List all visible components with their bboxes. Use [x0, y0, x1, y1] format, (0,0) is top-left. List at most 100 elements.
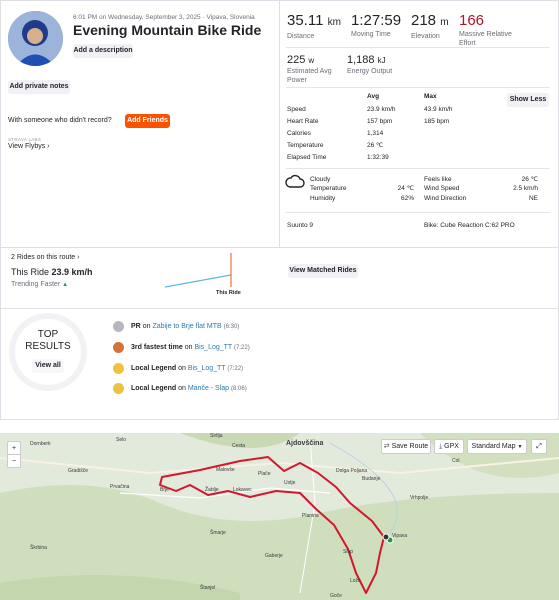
caret-down-icon: ▼ [517, 444, 523, 450]
map-label: Goče [330, 593, 342, 599]
detail-row-avg: 157 bpm [367, 118, 393, 125]
map-label: Plače [258, 471, 271, 477]
elevation-label: Elevation [411, 33, 440, 40]
map-label: Žablje [205, 487, 219, 493]
weather-temp-label: Temperature [310, 185, 347, 192]
view-flybys-label: View Flybys [8, 143, 46, 150]
trend-label: Trending Faster [11, 281, 61, 288]
moving-time-value: 1:27:59 [351, 12, 402, 29]
map-label: Gaberje [265, 553, 283, 559]
avg-power-value: 225 [287, 54, 306, 66]
energy-value: 1,188 [347, 54, 375, 66]
weather-feels-label: Feels like [424, 176, 452, 183]
weather-temp-value: 24 ℃ [397, 185, 414, 192]
result-segment-link[interactable]: Manče - Slap [188, 385, 229, 392]
zoom-out-button[interactable]: − [7, 454, 21, 468]
result-item: Local Legend on Bis_Log_TT (7:22) [131, 364, 243, 374]
pr-medal-icon [113, 321, 124, 332]
map-label: Slap [343, 549, 354, 555]
map-label: Dornberk [30, 441, 51, 447]
result-time: (7:22) [234, 345, 250, 351]
stat-distance: 35.11 km Distance [287, 12, 347, 41]
chevron-right-icon: › [77, 254, 80, 261]
gpx-label: GPX [444, 443, 459, 450]
energy-label: Energy Output [347, 68, 393, 75]
stat-moving-time: 1:27:59 Moving Time [351, 12, 411, 39]
matched-rides-card [0, 247, 559, 309]
result-segment-link[interactable]: Bis_Log_TT [188, 365, 226, 372]
avatar[interactable] [8, 11, 63, 66]
cloud-icon [285, 174, 305, 193]
map-label: Lože [350, 578, 361, 584]
map-label: Sirtlja [210, 433, 223, 439]
elevation-unit: m [440, 17, 449, 28]
map-label: Planina [302, 513, 319, 519]
result-on: on [142, 323, 151, 330]
result-time: (6:30) [223, 324, 240, 330]
result-item: 3rd fastest time on Bis_Log_TT (7:22) [131, 343, 250, 353]
map-label: Vrhpolje [410, 495, 429, 501]
elevation-value: 218 [411, 12, 437, 29]
gear-divider [286, 212, 550, 213]
map-type-select[interactable]: Standard Map ▼ [467, 439, 527, 454]
add-description-button[interactable]: Add a description [73, 44, 133, 58]
route-map[interactable]: Dornberk Selo Sirtlja Cesta Ajdovščina C… [0, 433, 559, 600]
show-less-button[interactable]: Show Less [507, 93, 549, 107]
detail-row-avg: 26 ℃ [367, 142, 384, 149]
result-on: on [184, 344, 193, 351]
gpx-button[interactable]: ⤓ GPX [434, 439, 464, 454]
map-label: Gradišče [68, 468, 89, 474]
view-all-results-button[interactable]: View all [32, 359, 64, 373]
detail-row-max: 43.9 km/h [424, 106, 453, 113]
result-badge: 3rd fastest time [131, 344, 183, 351]
weather-wind-label: Wind Speed [424, 185, 460, 192]
zoom-in-button[interactable]: + [7, 441, 21, 455]
distance-value: 35.11 [287, 12, 324, 29]
relative-effort-label: Massive Relative Effort [459, 31, 512, 47]
matched-rides-link[interactable]: 2 Rides on this route › [11, 254, 80, 261]
weather-dir-label: Wind Direction [424, 195, 467, 202]
trend-line [164, 274, 232, 288]
energy-unit: kJ [377, 56, 386, 65]
map-label: Škrbina [30, 545, 47, 551]
save-route-button[interactable]: ⇄ Save Route [381, 439, 431, 454]
relative-effort-value: 166 [459, 12, 485, 29]
details-divider [286, 87, 550, 88]
trend-up-icon: ▲ [62, 282, 69, 288]
distance-unit: km [327, 17, 341, 28]
detail-row-avg: 1,314 [367, 130, 384, 137]
result-time: (7:22) [227, 366, 244, 372]
col-max-header: Max [424, 93, 437, 100]
weather-humidity-label: Humidity [310, 195, 336, 202]
detail-row-label: Calories [287, 130, 311, 137]
trend-status: Trending Faster ▲ [11, 281, 68, 288]
add-private-notes-button[interactable]: Add private notes [8, 80, 70, 94]
avg-power-label: Estimated Avg Power [287, 68, 332, 84]
stat-relative-effort[interactable]: 166 Massive Relative Effort [459, 12, 521, 48]
strava-labs-label: STRAVA LABS [8, 137, 42, 142]
col-avg-header: Avg [367, 93, 380, 100]
download-icon: ⤓ [439, 443, 443, 450]
activity-datetime: 6:01 PM on Wednesday, September 3, 2025 … [73, 14, 255, 21]
top-results-title: TOP RESULTS [9, 329, 87, 353]
detail-row-avg: 1:32:39 [367, 154, 389, 161]
fullscreen-button[interactable]: ⤢ [531, 439, 547, 454]
save-route-label: Save Route [391, 443, 429, 450]
detail-row-label: Elapsed Time [287, 154, 327, 161]
result-badge: Local Legend [131, 365, 177, 372]
map-label: Col [452, 458, 460, 464]
map-label: Budanje [362, 476, 381, 482]
stats-divider [286, 47, 550, 48]
view-matched-rides-button[interactable]: View Matched Rides [288, 264, 358, 278]
avg-power-unit: w [308, 56, 315, 65]
top-results-line2: RESULTS [25, 341, 71, 352]
activity-title: Evening Mountain Bike Ride [73, 22, 262, 38]
view-flybys-link[interactable]: View Flybys › [8, 143, 50, 150]
this-ride-summary: This Ride 23.9 km/h [11, 267, 93, 277]
add-friends-button[interactable]: Add Friends [125, 114, 170, 128]
result-segment-link[interactable]: Bis_Log_TT [194, 344, 232, 351]
result-segment-link[interactable]: Zabije to Brje flat MTB [152, 323, 221, 330]
stat-energy: 1,188 kJ Energy Output [347, 54, 407, 76]
chart-this-ride-label: This Ride [216, 290, 241, 296]
distance-label: Distance [287, 33, 315, 40]
